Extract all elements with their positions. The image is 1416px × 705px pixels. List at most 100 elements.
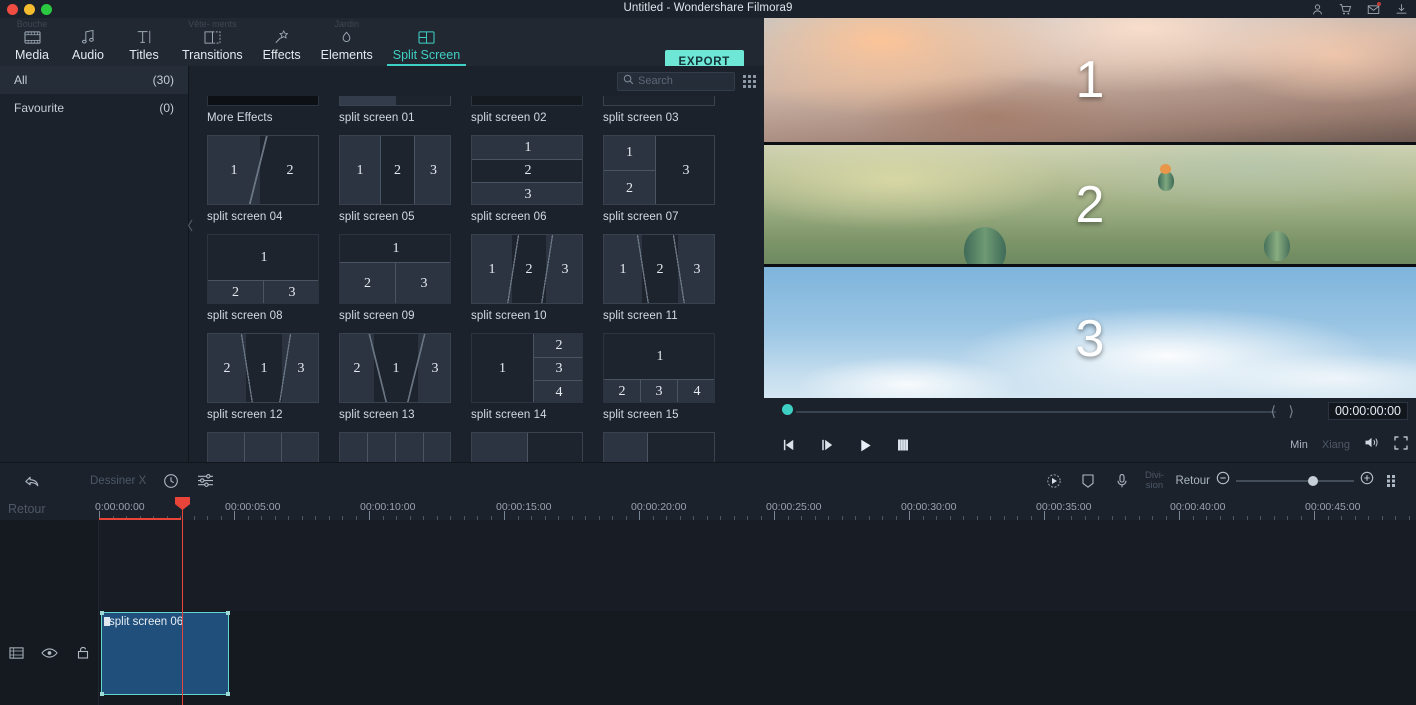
tab-label: Effects [263, 48, 301, 62]
effect-label: split screen 07 [603, 211, 715, 223]
zoom-in-button[interactable] [1360, 471, 1374, 490]
clip-handle-tl[interactable] [100, 611, 104, 615]
grid-view-icon[interactable] [743, 75, 756, 88]
effect-thumbnail[interactable]: 1 2 3 [471, 135, 583, 205]
timeline-clip[interactable]: split screen 06 [101, 612, 229, 695]
effect-thumbnail[interactable]: 1 2 3 4 [603, 333, 715, 403]
panel-collapse-handle[interactable] [186, 215, 194, 235]
speed-icon[interactable] [1037, 463, 1071, 499]
more-icon[interactable] [1374, 463, 1408, 499]
eye-icon[interactable] [41, 646, 58, 664]
stop-button[interactable] [888, 428, 918, 462]
preview-panel-2: 2 [764, 145, 1416, 264]
clip-handle-bl[interactable] [100, 692, 104, 696]
effect-cell: 1 2 3 split screen 06 [471, 135, 583, 234]
zoom-slider[interactable] [1236, 480, 1354, 482]
timecode-display[interactable]: 00:00:00:00 [1328, 402, 1408, 420]
effect-thumbnail[interactable]: 1 2 3 4 [471, 333, 583, 403]
text-cursor-icon [135, 27, 153, 47]
seek-bar[interactable] [796, 411, 1276, 413]
effect-cell: 2 3 4 [207, 432, 319, 462]
tab-effects[interactable]: Effects [253, 18, 311, 66]
tab-media[interactable]: Bouche Media [4, 18, 60, 66]
timeline-toolbar-right: Divi-sion Retour [1037, 463, 1408, 499]
effect-thumbnail[interactable]: 1 2 [207, 135, 319, 205]
effect-label: split screen 09 [339, 310, 451, 322]
effect-cell [339, 432, 451, 462]
balloon-icon [1160, 164, 1171, 174]
tab-label: Transitions [182, 48, 243, 62]
timeline[interactable]: Retour 0:00:00:00 00:00:05:00 00:00:10:0… [0, 498, 1416, 705]
timeline-toolbar: Dessiner X Divi-sion Retour [0, 462, 1416, 498]
effect-thumbnail[interactable]: 1 2 3 [339, 234, 451, 304]
preview-player[interactable]: 1 2 3 [764, 18, 1416, 398]
seek-handle[interactable] [782, 404, 793, 415]
category-item-favourite[interactable]: Favourite (0) [0, 94, 188, 122]
redo-icon[interactable] [48, 463, 82, 499]
tab-label: Audio [72, 48, 104, 62]
tab-elements[interactable]: Jardin Elements [311, 18, 383, 66]
effect-label: split screen 12 [207, 409, 319, 421]
effect-thumbnail[interactable]: 1 2 3 [471, 234, 583, 304]
tab-label: Media [15, 48, 49, 62]
play-button[interactable] [850, 428, 880, 462]
download-icon[interactable] [1395, 3, 1408, 16]
crop-icon[interactable] [1071, 463, 1105, 499]
tab-transitions[interactable]: Vête- ments Transitions [172, 18, 253, 66]
track-type-icon[interactable] [9, 646, 24, 665]
mail-icon[interactable] [1367, 3, 1380, 16]
fullscreen-icon[interactable] [1394, 436, 1408, 455]
effect-thumbnail[interactable]: 2 3 4 [207, 432, 319, 462]
undo-icon[interactable] [14, 463, 48, 499]
track-header-icons [0, 645, 99, 665]
effect-thumbnail[interactable]: 1 [603, 432, 715, 462]
tab-audio[interactable]: Audio [60, 18, 116, 66]
clip-handle-br[interactable] [226, 692, 230, 696]
zoom-slider-handle[interactable] [1308, 476, 1318, 486]
mic-icon[interactable] [1105, 463, 1139, 499]
tab-split-screen[interactable]: Split Screen [383, 18, 470, 66]
effect-thumbnail[interactable]: 1 2 3 [603, 135, 715, 205]
mixer-icon[interactable] [188, 463, 222, 499]
effect-label: split screen 11 [603, 310, 715, 322]
clock-icon[interactable] [154, 463, 188, 499]
tab-titles[interactable]: Titles [116, 18, 172, 66]
effect-thumbnail[interactable]: 1 2 3 [603, 234, 715, 304]
ruler-major-tick [774, 511, 775, 520]
timeline-left-label: Retour [8, 502, 46, 516]
snapshot-button[interactable]: Min [1290, 439, 1308, 451]
effect-thumbnail[interactable] [339, 432, 451, 462]
zoom-out-button[interactable] [1216, 471, 1230, 490]
effect-thumbnail[interactable]: 1 2 [471, 432, 583, 462]
record-button[interactable]: Xiang [1322, 439, 1350, 451]
effect-cell: 2 1 3 split screen 12 [207, 333, 319, 432]
draw-tool-label[interactable]: Dessiner X [82, 475, 154, 487]
effects-scroll-area[interactable]: More Effects split screen 01 split scree… [189, 88, 764, 462]
preview-panel-number: 3 [1076, 309, 1105, 369]
timeline-ruler[interactable]: Retour 0:00:00:00 00:00:05:00 00:00:10:0… [0, 498, 1416, 520]
search-input[interactable] [638, 75, 733, 87]
mark-out-icon[interactable]: ⟩ [1289, 403, 1294, 420]
search-box[interactable] [617, 72, 735, 91]
step-forward-button[interactable] [812, 428, 842, 462]
balloon-icon [1158, 171, 1174, 191]
effect-cell: 1 2 3 split screen 10 [471, 234, 583, 333]
effect-thumbnail[interactable]: 1 2 3 [339, 135, 451, 205]
mark-in-icon[interactable]: ⟨ [1271, 403, 1276, 420]
effect-cell: 1 2 3 4 split screen 14 [471, 333, 583, 432]
prev-frame-button[interactable] [774, 428, 804, 462]
effect-thumbnail[interactable]: 1 2 3 [207, 234, 319, 304]
video-track-empty[interactable] [99, 520, 1416, 611]
speaker-icon[interactable] [1364, 436, 1380, 454]
division-label[interactable]: Divi-sion [1139, 471, 1169, 491]
category-item-all[interactable]: All (30) [0, 66, 188, 94]
effect-thumbnail[interactable]: 2 1 3 [339, 333, 451, 403]
account-icon[interactable] [1311, 3, 1324, 16]
clip-handle-tr[interactable] [226, 611, 230, 615]
effect-label: split screen 10 [471, 310, 583, 322]
effect-thumbnail[interactable]: 2 1 3 [207, 333, 319, 403]
effect-cell: 1 2 [471, 432, 583, 462]
track-header [0, 520, 99, 705]
lock-icon[interactable] [76, 645, 90, 665]
cart-icon[interactable] [1339, 3, 1352, 16]
